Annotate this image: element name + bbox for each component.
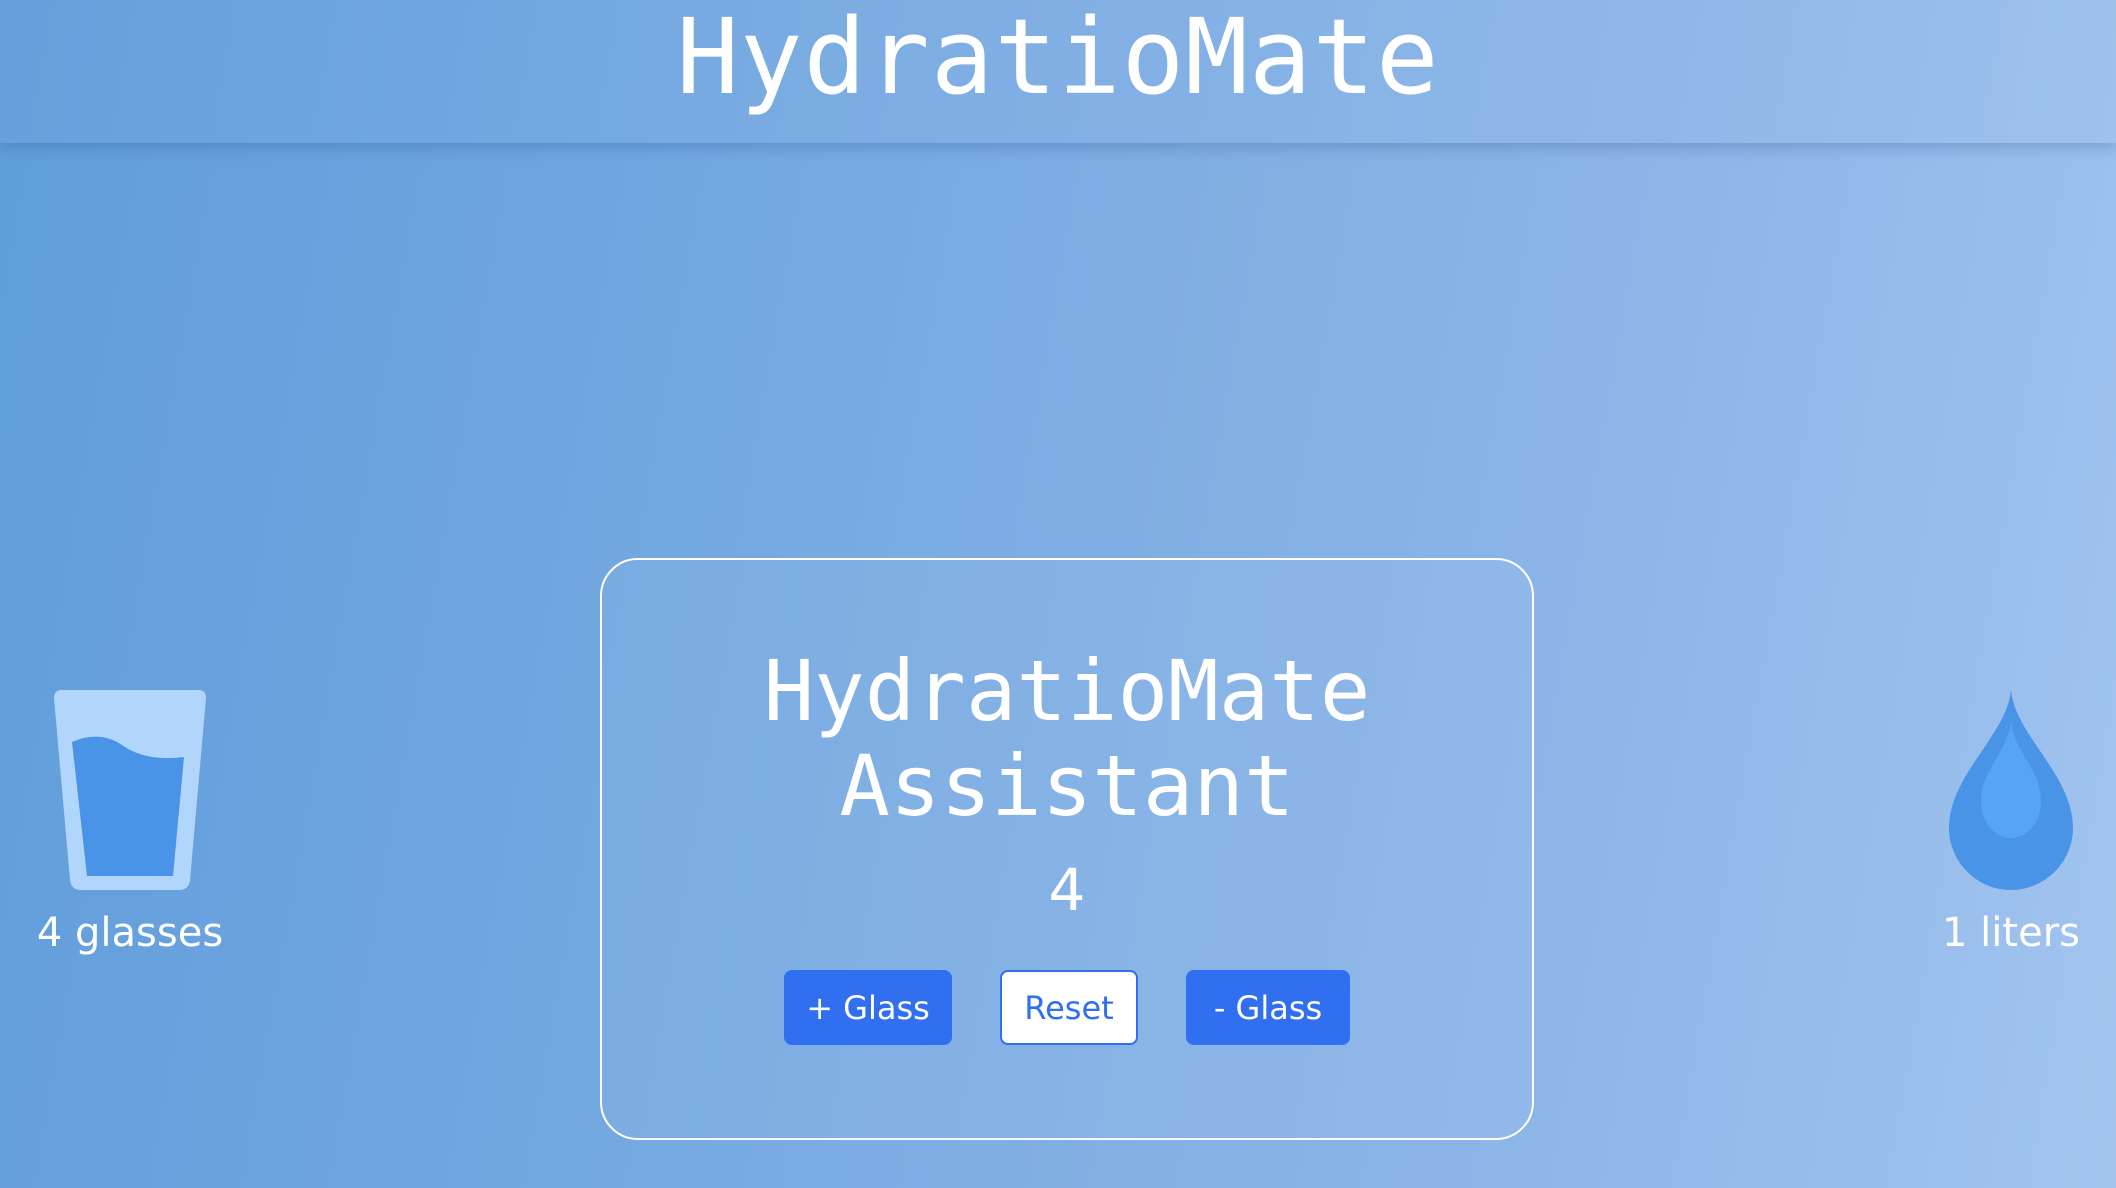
card-title: HydratioMate Assistant	[763, 642, 1371, 835]
liters-stat: 1 liters	[1936, 690, 2086, 956]
water-glass-icon	[54, 690, 206, 890]
glasses-stat: 4 glasses	[30, 690, 230, 956]
water-drop-icon	[1949, 690, 2073, 890]
remove-glass-button[interactable]: - Glass	[1186, 970, 1350, 1045]
glasses-count-label: 4 glasses	[36, 910, 224, 956]
liters-count-label: 1 liters	[1942, 910, 2080, 956]
button-row: + Glass Reset - Glass	[602, 970, 1532, 1045]
app-title: HydratioMate	[676, 0, 1440, 118]
glass-counter: 4	[1048, 856, 1086, 924]
add-glass-button[interactable]: + Glass	[784, 970, 952, 1045]
reset-button[interactable]: Reset	[1000, 970, 1138, 1045]
app-header: HydratioMate	[0, 0, 2116, 143]
assistant-card: HydratioMate Assistant 4 + Glass Reset -…	[600, 558, 1534, 1140]
